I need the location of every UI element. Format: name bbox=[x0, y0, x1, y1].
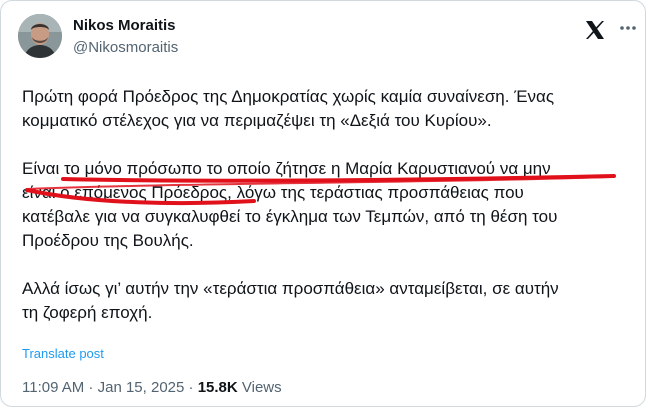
text-line: είναι ο επόμενος Πρόεδρος, λόγω της τερά… bbox=[22, 183, 524, 202]
text-line: Προέδρου της Βουλής. bbox=[22, 231, 194, 250]
text-line: Πρώτη φορά Πρόεδρος της Δημοκρατίας χωρί… bbox=[22, 87, 555, 106]
more-options-icon[interactable] bbox=[617, 15, 639, 41]
text-line: Αλλά ίσως γι’ αυτήν την «τεράστια προσπά… bbox=[22, 279, 559, 298]
views-label: Views bbox=[237, 379, 282, 396]
post-paragraph-1: Πρώτη φορά Πρόεδρος της Δημοκρατίας χωρί… bbox=[22, 85, 634, 133]
views-count[interactable]: 15.8K bbox=[198, 379, 238, 396]
text-line: τη ζοφερή εποχή. bbox=[22, 303, 153, 322]
translate-post-link[interactable]: Translate post bbox=[22, 346, 104, 361]
post-paragraph-3: Αλλά ίσως γι’ αυτήν την «τεράστια προσπά… bbox=[22, 277, 634, 325]
x-logo-icon bbox=[584, 19, 606, 41]
post-card: Nikos Moraitis @Nikosmoraitis Πρώτη φορά… bbox=[0, 0, 646, 407]
text-line: κατέβαλε για να συγκαλυφθεί το έγκλημα τ… bbox=[22, 207, 558, 226]
avatar-photo bbox=[18, 14, 62, 58]
post-paragraph-2: Είναι το μόνο πρόσωπο το οποίο ζήτησε η … bbox=[22, 157, 634, 253]
post-time[interactable]: 11:09 AM bbox=[22, 379, 84, 396]
meta-separator: · bbox=[84, 379, 98, 396]
post-metadata: 11:09 AM · Jan 15, 2025 · 15.8K Views bbox=[22, 379, 282, 396]
author-name[interactable]: Nikos Moraitis bbox=[73, 17, 176, 34]
author-handle[interactable]: @Nikosmoraitis bbox=[73, 39, 178, 56]
meta-separator: · bbox=[184, 379, 198, 396]
text-line: κομματικό στέλεχος για να περιμαζέψει τη… bbox=[22, 111, 492, 130]
post-text: Πρώτη φορά Πρόεδρος της Δημοκρατίας χωρί… bbox=[22, 85, 634, 325]
post-date[interactable]: Jan 15, 2025 bbox=[98, 379, 185, 396]
text-line: Είναι το μόνο πρόσωπο το οποίο ζήτησε η … bbox=[22, 159, 551, 178]
avatar[interactable] bbox=[18, 14, 62, 58]
